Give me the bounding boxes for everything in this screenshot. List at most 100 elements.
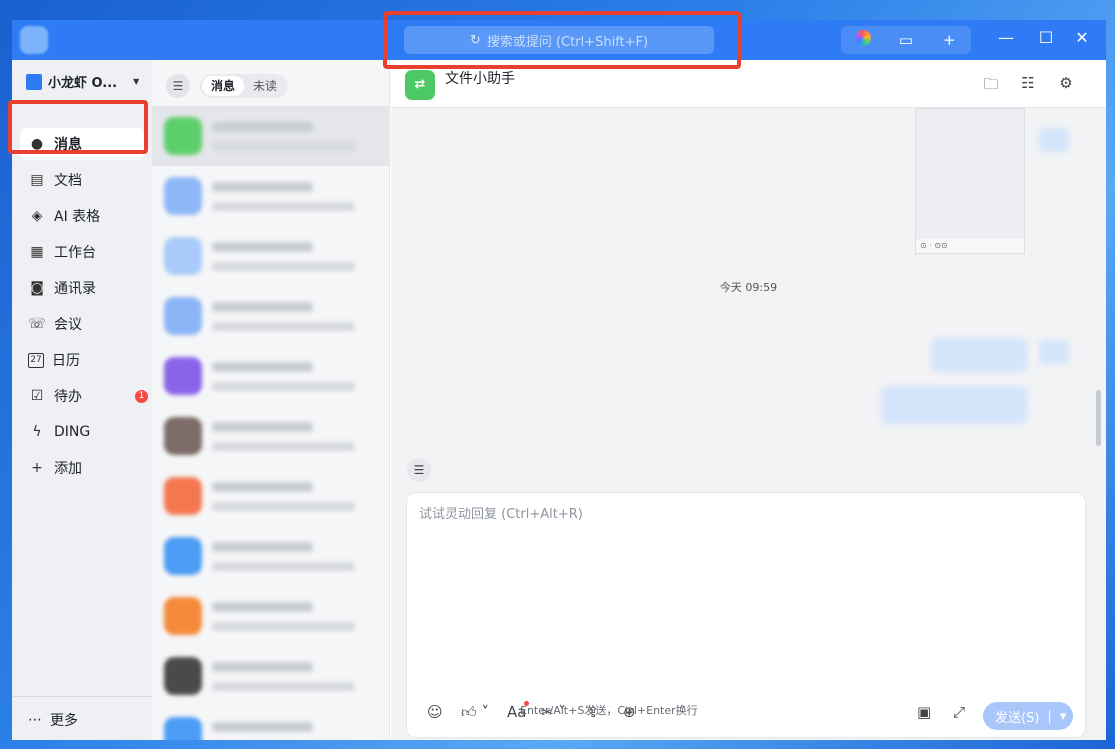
sidebar-item-label: 日历 xyxy=(52,353,80,369)
send-button[interactable]: 发送(S) | ▾ xyxy=(983,702,1073,730)
list-item[interactable] xyxy=(152,346,390,406)
app-logo xyxy=(20,26,48,54)
sidebar-item-label: 待办 xyxy=(54,389,82,405)
sidebar-item-messages[interactable]: ● 消息 xyxy=(20,128,144,160)
list-tabs: 消息 未读 xyxy=(200,74,289,98)
app-window: ↻ 搜索或提问 (Ctrl+Shift+F) ▭ + — ☐ ✕ 小龙虾 O..… xyxy=(12,20,1106,740)
sidebar-item-label: AI 表格 xyxy=(54,209,101,225)
checkbox-icon: ☑ xyxy=(30,388,44,404)
sidebar-item-calendar[interactable]: 27 日历 xyxy=(20,344,144,376)
sidebar-item-ding[interactable]: ϟ DING xyxy=(20,416,144,448)
sidebar-item-meetings[interactable]: ☏ 会议 xyxy=(20,308,144,340)
conversation-list: ☰ 消息 未读 xyxy=(152,60,390,740)
avatar xyxy=(164,297,202,335)
lightning-icon: ϟ xyxy=(32,424,42,440)
sidebar-item-label: 会议 xyxy=(54,317,82,333)
send-divider: | xyxy=(1047,708,1052,724)
sidebar-item-label: DING xyxy=(54,424,91,440)
document-icon: ▤ xyxy=(30,172,44,188)
org-name: 小龙虾 O... xyxy=(48,76,118,91)
image-message[interactable]: ⊙ · ⊙⊙ xyxy=(915,108,1025,254)
maximize-button[interactable]: ☐ xyxy=(1034,28,1058,47)
gear-icon[interactable]: ⚙ xyxy=(1055,74,1077,92)
grid-icon: ▦ xyxy=(30,244,44,260)
message-input[interactable] xyxy=(419,503,1069,653)
minimize-button[interactable]: — xyxy=(994,28,1018,47)
plus-icon: + xyxy=(31,460,43,476)
list-item[interactable] xyxy=(152,646,390,706)
folder-icon[interactable]: 🗀 xyxy=(980,74,1002,99)
file-transfer-icon: ⇄ xyxy=(405,70,435,100)
list-item[interactable] xyxy=(152,106,390,166)
chat-title: 文件小助手 xyxy=(445,71,515,87)
emoji-icon[interactable]: ☺ xyxy=(427,703,443,721)
sidebar-divider xyxy=(12,696,152,697)
list-item[interactable] xyxy=(152,706,390,740)
avatar xyxy=(164,357,202,395)
create-new-icon[interactable]: + xyxy=(935,31,963,49)
more-label: 更多 xyxy=(50,713,78,729)
list-item[interactable] xyxy=(152,166,390,226)
sidebar-item-label: 文档 xyxy=(54,173,82,189)
titlebar-tools: ▭ + xyxy=(841,26,971,54)
refresh-search-icon: ↻ xyxy=(469,32,481,48)
list-item[interactable] xyxy=(152,586,390,646)
sidebar-item-todo[interactable]: ☑ 待办 1 xyxy=(20,380,148,412)
org-switcher[interactable]: 小龙虾 O... ▼ xyxy=(26,72,139,91)
avatar xyxy=(164,597,202,635)
tab-unread[interactable]: 未读 xyxy=(244,76,286,96)
building-icon xyxy=(26,73,42,90)
list-item[interactable] xyxy=(152,226,390,286)
phone-icon: ☏ xyxy=(28,316,46,332)
more-button[interactable]: ⋯ 更多 xyxy=(28,710,78,730)
avatar xyxy=(1039,128,1069,152)
avatar xyxy=(164,477,202,515)
chat-bubble-icon: ● xyxy=(30,136,44,152)
avatar xyxy=(164,177,202,215)
sidebar-item-add[interactable]: + 添加 xyxy=(20,452,144,484)
list-item[interactable] xyxy=(152,286,390,346)
search-history-icon[interactable]: ☷ xyxy=(1017,74,1039,92)
avatar xyxy=(164,237,202,275)
message-composer: ☺ 👍︎ ˅ Aa ✂ ˅ ⇪ ⊕ ▣ ⤢ 发送(S) | ▾ xyxy=(406,492,1086,738)
title-bar: ↻ 搜索或提问 (Ctrl+Shift+F) ▭ + — ☐ ✕ xyxy=(12,20,1106,60)
list-item[interactable] xyxy=(152,466,390,526)
send-label: 发送(S) xyxy=(995,710,1040,726)
calendar-icon: 27 xyxy=(28,352,44,368)
caret-down-icon: ▼ xyxy=(133,77,140,86)
caret-down-icon[interactable]: ▾ xyxy=(1060,709,1067,724)
chat-header: ⇄ 文件小助手 🗀 ☷ ⚙ xyxy=(391,60,1106,108)
time-separator: 今天 09:59 xyxy=(719,281,778,294)
send-shortcut-hint: Enter/Alt+S发送，Ctrl+Enter换行 xyxy=(520,704,698,717)
sidebar-item-contacts[interactable]: ◙ 通讯录 xyxy=(20,272,144,304)
primary-sidebar: 小龙虾 O... ▼ ● 消息 ▤ 文档 ◈ AI 表格 ▦ 工作台 ◙ 通讯录… xyxy=(12,60,152,740)
sidebar-item-docs[interactable]: ▤ 文档 xyxy=(20,164,144,196)
close-button[interactable]: ✕ xyxy=(1070,28,1094,47)
filter-icon[interactable]: ☰ xyxy=(166,74,190,98)
sidebar-item-label: 通讯录 xyxy=(54,281,96,297)
chat-panel: ⇄ 文件小助手 🗀 ☷ ⚙ ⊙ · ⊙⊙ 今天 09:59 ☰ ☺ 👍︎ ˅ A… xyxy=(391,60,1106,740)
todo-count-badge: 1 xyxy=(135,390,148,403)
sidebar-item-ai-table[interactable]: ◈ AI 表格 xyxy=(20,200,144,232)
thumbs-up-icon[interactable]: 👍︎ ˅ xyxy=(461,703,489,722)
ai-assistant-icon[interactable] xyxy=(849,30,877,50)
search-placeholder: 搜索或提问 (Ctrl+Shift+F) xyxy=(486,34,649,50)
chat-scrollbar[interactable] xyxy=(1096,390,1101,446)
tab-messages[interactable]: 消息 xyxy=(202,76,245,96)
list-item[interactable] xyxy=(152,526,390,586)
sidebar-item-label: 工作台 xyxy=(54,245,96,261)
message-bubble[interactable] xyxy=(931,338,1027,372)
ai-reply-icon[interactable]: ▣ xyxy=(917,703,931,721)
avatar xyxy=(164,657,202,695)
avatar xyxy=(1039,340,1069,364)
quick-menu-icon[interactable]: ☰ xyxy=(407,458,431,482)
sidebar-item-label: 消息 xyxy=(54,137,82,153)
screen-cast-icon[interactable]: ▭ xyxy=(892,31,920,49)
list-item[interactable] xyxy=(152,406,390,466)
global-search-box[interactable]: ↻ 搜索或提问 (Ctrl+Shift+F) xyxy=(404,26,714,54)
cube-icon: ◈ xyxy=(31,208,43,224)
expand-icon[interactable]: ⤢ xyxy=(953,703,965,721)
sidebar-item-workbench[interactable]: ▦ 工作台 xyxy=(20,236,144,268)
avatar xyxy=(164,117,202,155)
message-bubble[interactable] xyxy=(881,386,1027,424)
